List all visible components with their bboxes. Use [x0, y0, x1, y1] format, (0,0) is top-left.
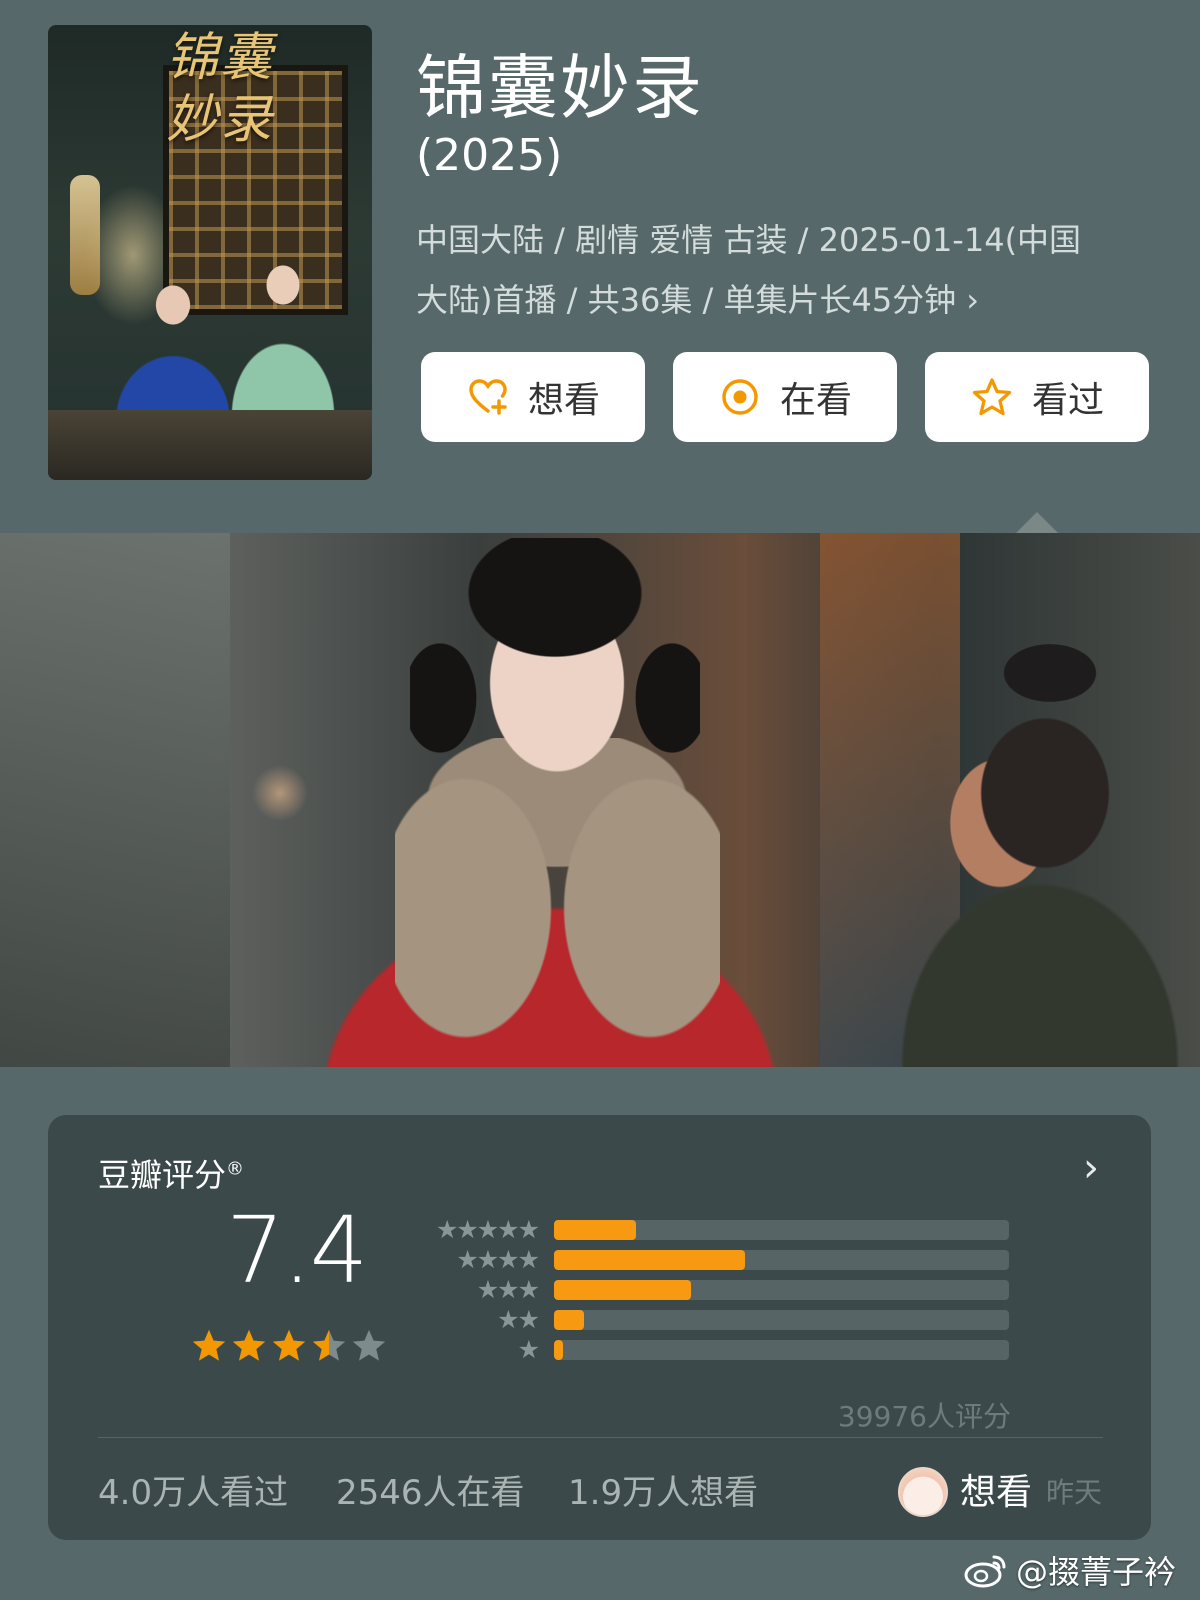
rating-score: 7.4: [226, 1197, 368, 1304]
rating-star-icon: [232, 1329, 266, 1361]
distribution-bar: [554, 1220, 636, 1240]
distribution-row-5-star: ★★★★★: [418, 1215, 1058, 1245]
show-meta[interactable]: 中国大陆 / 剧情 爱情 古装 / 2025-01-14(中国 大陆)首播 / …: [416, 210, 1136, 330]
watched-button[interactable]: 看过: [925, 352, 1149, 442]
rating-star-icon: [192, 1329, 226, 1361]
watching-button[interactable]: 在看: [673, 352, 897, 442]
release-year: (2025): [416, 130, 563, 181]
distribution-star-icons: ★★★: [476, 1275, 540, 1304]
radio-dot-icon: [722, 379, 758, 415]
stat-watching: 2546人在看: [336, 1473, 525, 1513]
stat-watched: 4.0万人看过: [98, 1473, 289, 1513]
distribution-star-icons: ★★: [497, 1305, 540, 1334]
watching-label: 在看: [779, 380, 852, 421]
rating-distribution: ★★★★★ ★★★★ ★★★ ★★ ★: [418, 1215, 1058, 1365]
distribution-bar: [554, 1340, 564, 1360]
rating-title: 豆瓣评分®: [98, 1150, 244, 1196]
meta-line-2: 大陆)首播 / 共36集 / 单集片长45分钟 ›: [416, 270, 1136, 330]
rating-title-text: 豆瓣评分: [98, 1156, 227, 1194]
distribution-row-3-star: ★★★: [418, 1275, 1058, 1305]
distribution-bar: [554, 1250, 746, 1270]
distribution-bar-track: [554, 1280, 1009, 1300]
my-status-time: 昨天: [1046, 1476, 1103, 1509]
user-avatar[interactable]: [898, 1467, 948, 1517]
score-stars: [190, 1327, 388, 1365]
page-title: 锦囊妙录: [416, 47, 704, 129]
poster-desk: [48, 410, 372, 480]
vote-count: 39976人评分: [837, 1400, 1011, 1433]
poster-actress: [93, 260, 253, 430]
douban-rating-card[interactable]: 豆瓣评分® › 7.4 ★★★★★ ★★★★ ★★★ ★★ ★ 39976人评分 4.0…: [48, 1115, 1151, 1540]
distribution-bar-track: [554, 1220, 1009, 1240]
distribution-row-1-star: ★: [418, 1335, 1058, 1365]
distribution-star-icons: ★★★★★: [435, 1215, 540, 1244]
distribution-star-icons: ★★★★: [456, 1245, 540, 1274]
distribution-bar-track: [554, 1310, 1009, 1330]
chevron-right-icon: ›: [966, 281, 979, 319]
background-blur-left: [0, 533, 230, 1067]
rating-star-icon: [272, 1329, 306, 1361]
star-outline-icon: [972, 378, 1012, 416]
my-status: 想看: [960, 1472, 1033, 1513]
distribution-bar-track: [554, 1340, 1009, 1360]
distribution-bar: [554, 1280, 691, 1300]
meta-line-2-text: 大陆)首播 / 共36集 / 单集片长45分钟: [416, 281, 957, 319]
rating-star-icon: [312, 1329, 346, 1361]
stat-want: 1.9万人想看: [568, 1473, 759, 1513]
distribution-row-4-star: ★★★★: [418, 1245, 1058, 1275]
drama-still-image[interactable]: [0, 533, 1200, 1067]
woman-hair: [410, 538, 700, 753]
chevron-right-icon[interactable]: ›: [1083, 1145, 1099, 1191]
heart-plus-icon: [469, 379, 507, 415]
distribution-bar: [554, 1310, 584, 1330]
watermark-handle: @掇菁子衿: [1015, 1553, 1176, 1591]
registered-mark: ®: [226, 1158, 245, 1180]
distribution-row-2-star: ★★: [418, 1305, 1058, 1335]
rating-star-icon: [352, 1329, 386, 1361]
man-figure: [870, 633, 1200, 1067]
distribution-star-icons: ★: [517, 1335, 540, 1364]
divider: [98, 1437, 1103, 1438]
weibo-icon: [964, 1555, 1006, 1588]
poster-image[interactable]: 锦囊妙录: [48, 25, 372, 480]
section-pointer: [1015, 512, 1059, 534]
want-to-watch-label: 想看: [527, 380, 600, 421]
poster-title-art: 锦囊妙录: [166, 28, 275, 150]
weibo-watermark: @掇菁子衿: [964, 1547, 1176, 1593]
watched-label: 看过: [1031, 380, 1104, 421]
meta-line-1: 中国大陆 / 剧情 爱情 古装 / 2025-01-14(中国: [416, 221, 1082, 259]
distribution-bar-track: [554, 1250, 1009, 1270]
want-to-watch-button[interactable]: 想看: [421, 352, 645, 442]
